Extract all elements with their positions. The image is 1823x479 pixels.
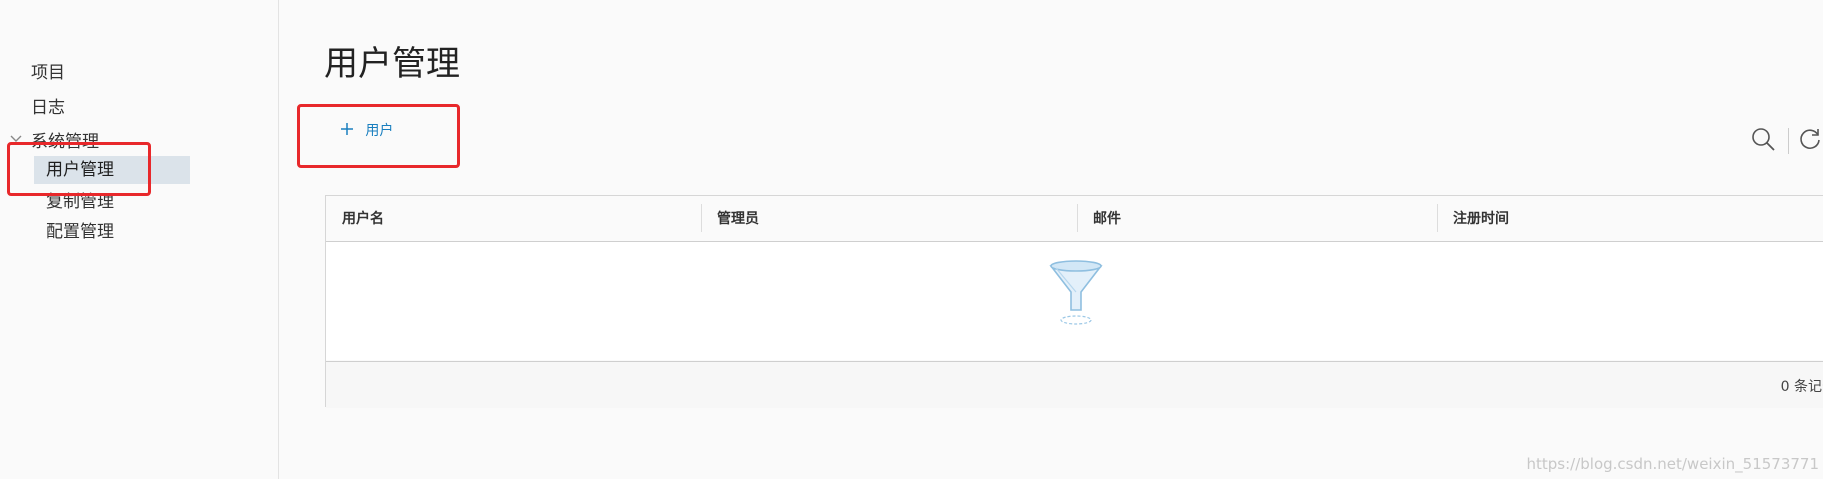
highlight-box bbox=[7, 142, 151, 196]
page-title: 用户管理 bbox=[324, 44, 460, 84]
sidebar-item-config-management[interactable]: 配置管理 bbox=[46, 217, 114, 242]
search-icon[interactable] bbox=[1750, 126, 1776, 152]
watermark: https://blog.csdn.net/weixin_51573771 bbox=[1526, 455, 1819, 473]
column-header-admin[interactable]: 管理员 bbox=[717, 208, 759, 228]
record-count: 0 条记录 bbox=[1780, 379, 1823, 395]
toolbar-divider bbox=[1788, 128, 1789, 154]
empty-funnel-icon bbox=[1046, 258, 1106, 332]
column-header-registered-time[interactable]: 注册时间 bbox=[1453, 208, 1509, 228]
refresh-icon[interactable] bbox=[1797, 126, 1823, 152]
sidebar: 项目 日志 系统管理 用户管理 复制管理 配置管理 bbox=[0, 0, 279, 479]
sidebar-item-label: 项目 bbox=[31, 63, 65, 83]
sidebar-item-logs[interactable]: 日志 bbox=[31, 93, 65, 118]
table-body bbox=[326, 242, 1823, 360]
highlight-box bbox=[297, 104, 460, 168]
column-divider bbox=[1437, 204, 1438, 232]
user-table: 用户名 管理员 邮件 注册时间 0 条记录 bbox=[325, 195, 1823, 408]
sidebar-item-label: 日志 bbox=[31, 98, 65, 118]
table-header: 用户名 管理员 邮件 注册时间 bbox=[326, 196, 1823, 242]
column-header-username[interactable]: 用户名 bbox=[342, 208, 384, 228]
sidebar-item-projects[interactable]: 项目 bbox=[31, 58, 65, 83]
column-header-email[interactable]: 邮件 bbox=[1093, 208, 1121, 228]
table-footer: 0 条记录 bbox=[326, 361, 1823, 408]
column-divider bbox=[701, 204, 702, 232]
sidebar-item-label: 配置管理 bbox=[46, 222, 114, 242]
column-divider bbox=[1077, 204, 1078, 232]
